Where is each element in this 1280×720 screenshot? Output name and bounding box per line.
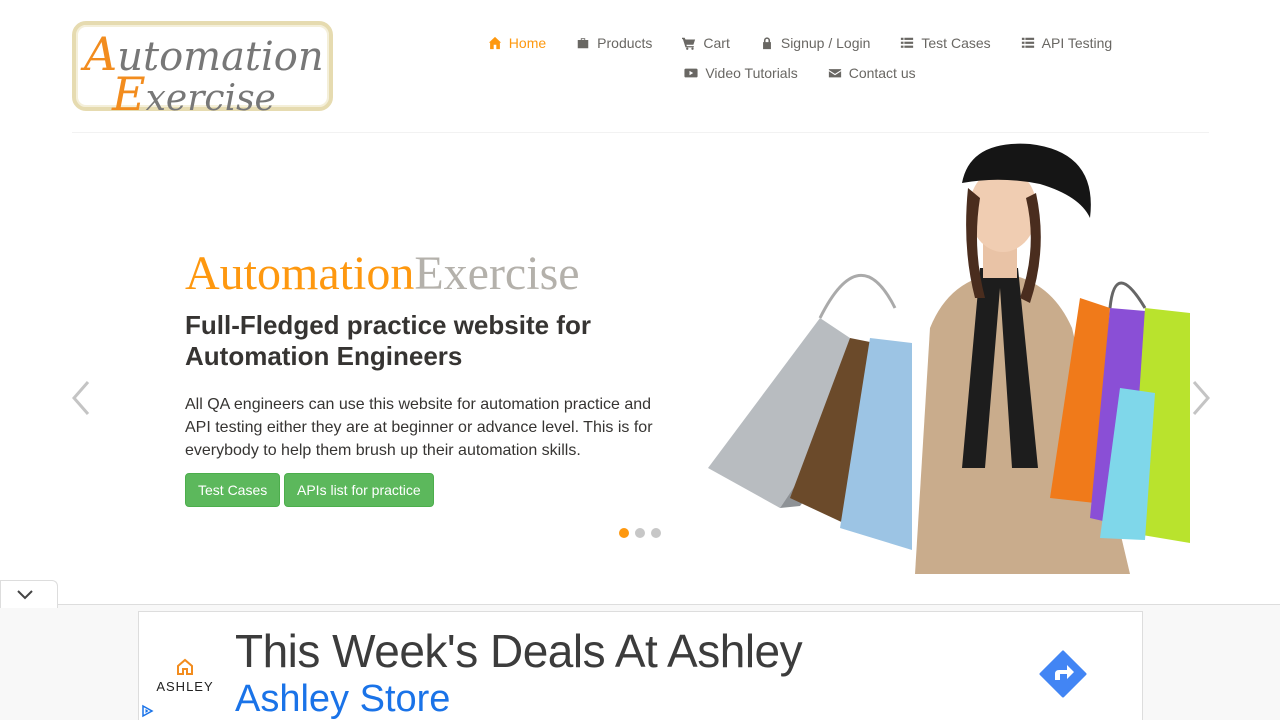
main-nav: Home Products Cart Signup / Login Test C…	[470, 28, 1130, 88]
ad-store-link[interactable]: Ashley Store	[235, 678, 450, 720]
slider-next-button[interactable]	[1186, 378, 1214, 418]
header-divider	[72, 132, 1209, 133]
ad-brand-name: ASHLEY	[156, 679, 214, 694]
nav-test-cases-label: Test Cases	[921, 35, 991, 51]
nav-cart-label: Cart	[703, 35, 730, 51]
logo-cap-e: E	[112, 67, 146, 121]
nav-row-1: Home Products Cart Signup / Login Test C…	[470, 28, 1130, 58]
ad-banner[interactable]: ASHLEY This Week's Deals At Ashley Ashle…	[138, 611, 1143, 720]
ad-brand-logo: ASHLEY	[154, 658, 216, 694]
envelope-icon	[828, 69, 841, 78]
nav-video-tutorials[interactable]: Video Tutorials	[669, 65, 812, 81]
hero-image	[708, 143, 1190, 574]
ad-headline: This Week's Deals At Ashley	[235, 625, 803, 677]
nav-row-2: Video Tutorials Contact us	[470, 58, 1130, 88]
slider-subtitle: Full-Fledged practice website for Automa…	[185, 310, 591, 371]
test-cases-button[interactable]: Test Cases	[185, 473, 281, 507]
nav-api-testing-label: API Testing	[1041, 35, 1113, 51]
slider-dot-1[interactable]	[619, 528, 629, 538]
chevron-left-icon	[72, 381, 90, 415]
nav-contact-us[interactable]: Contact us	[813, 65, 931, 81]
nav-signup-login-label: Signup / Login	[780, 35, 871, 51]
briefcase-icon	[577, 38, 589, 49]
apis-list-button[interactable]: APIs list for practice	[284, 473, 434, 507]
nav-cart[interactable]: Cart	[667, 35, 744, 51]
nav-products-label: Products	[597, 35, 653, 51]
slider-title-part-2: Exercise	[414, 247, 580, 300]
nav-home-label: Home	[508, 35, 547, 51]
nav-contact-us-label: Contact us	[848, 65, 916, 81]
logo-rest-2: xercise	[145, 78, 276, 119]
lock-icon	[762, 37, 771, 50]
page: Automation Exercise Home Products Cart S…	[0, 0, 1280, 720]
house-icon	[177, 658, 193, 675]
slider-dot-2[interactable]	[635, 528, 645, 538]
cart-icon	[682, 37, 696, 50]
directions-icon[interactable]	[1039, 650, 1087, 698]
bag-handle-right	[1108, 281, 1147, 309]
list-icon	[901, 37, 914, 48]
chevron-down-icon	[17, 589, 33, 599]
youtube-icon	[684, 68, 698, 78]
slider-description: All QA engineers can use this website fo…	[185, 396, 653, 459]
nav-video-tutorials-label: Video Tutorials	[705, 65, 798, 81]
bag-handle-left	[818, 274, 897, 319]
ad-collapse-button[interactable]	[0, 580, 58, 608]
slider-title: AutomationExercise	[185, 246, 580, 301]
nav-home[interactable]: Home	[473, 35, 561, 51]
nav-signup-login[interactable]: Signup / Login	[745, 35, 886, 51]
site-logo[interactable]: Automation Exercise	[72, 21, 333, 121]
logo-line-2: Exercise	[112, 67, 276, 121]
list-icon	[1021, 37, 1034, 48]
chevron-right-icon	[1192, 381, 1210, 415]
nav-api-testing[interactable]: API Testing	[1006, 35, 1128, 51]
slider-indicators	[619, 528, 661, 538]
slider-prev-button[interactable]	[68, 378, 96, 418]
nav-test-cases[interactable]: Test Cases	[885, 35, 1005, 51]
slider-title-part-1: Automation	[185, 247, 415, 300]
home-icon	[488, 36, 501, 50]
slider-dot-3[interactable]	[651, 528, 661, 538]
ad-choices-icon[interactable]	[140, 704, 154, 718]
nav-products[interactable]: Products	[561, 35, 667, 51]
